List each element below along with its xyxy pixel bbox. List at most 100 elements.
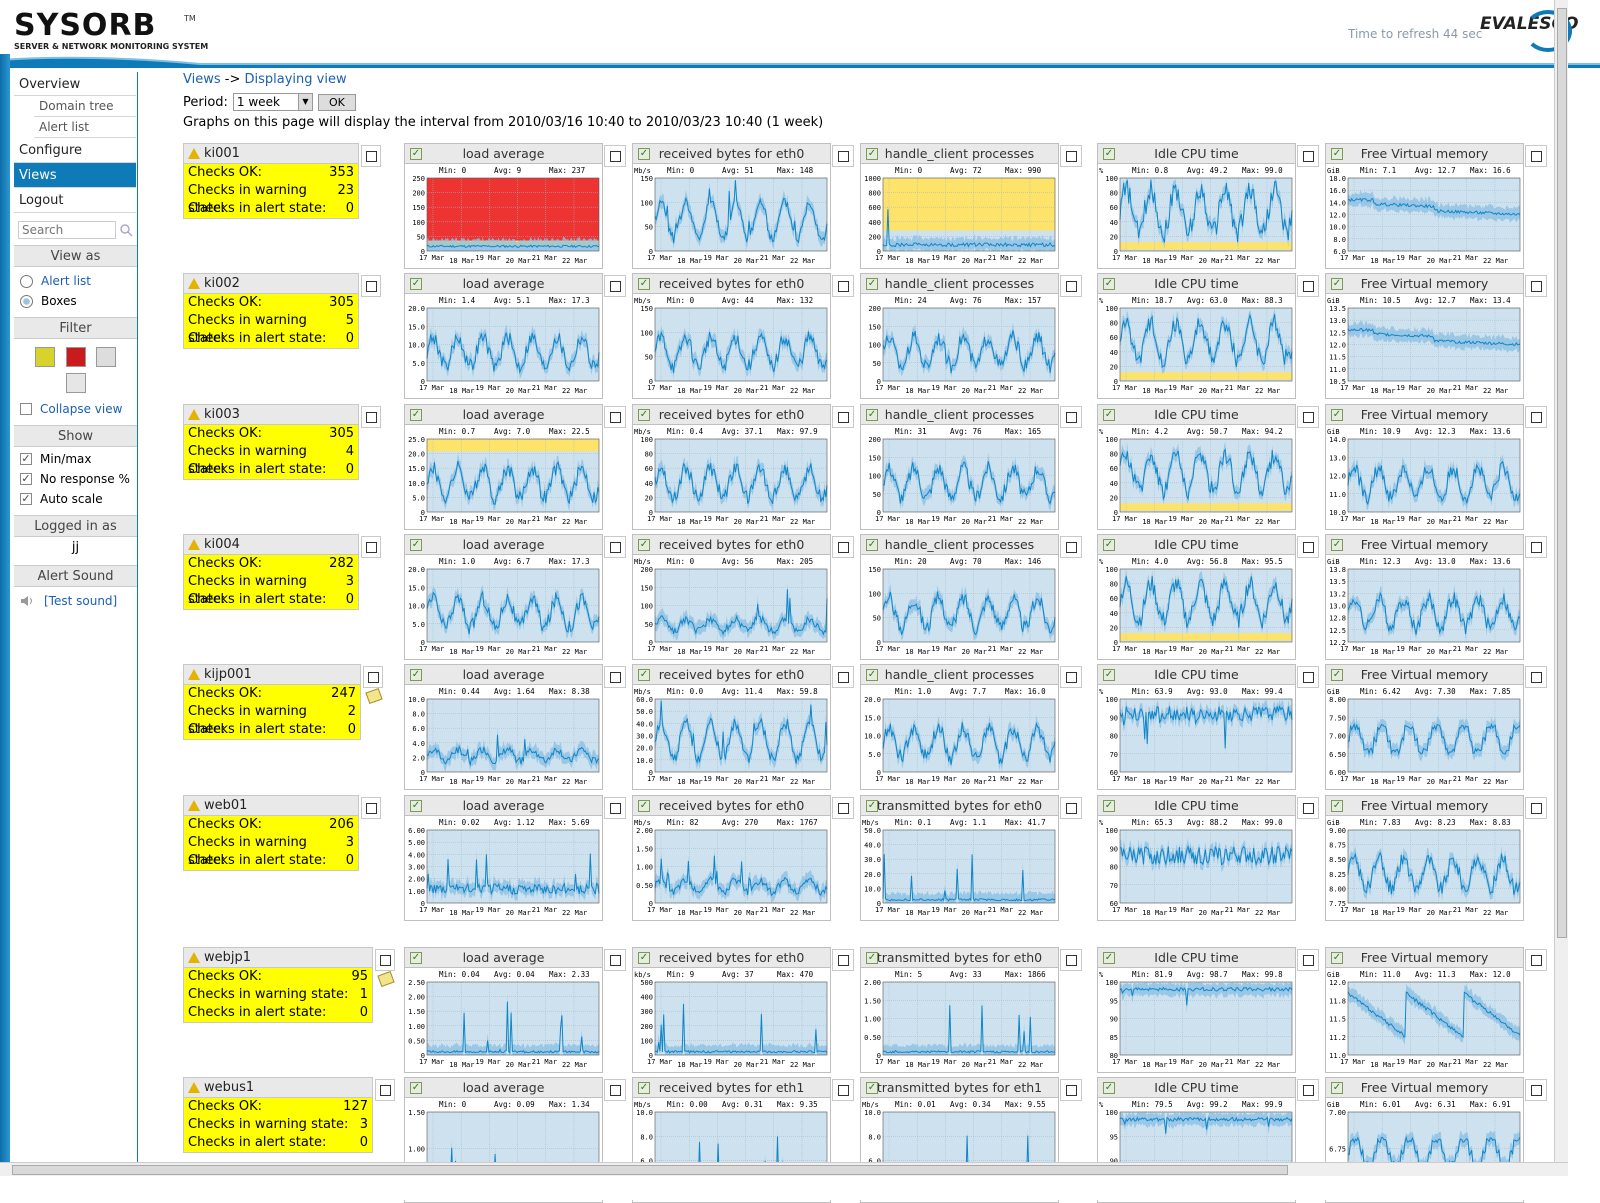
graph-title-bar[interactable]: ✓ Idle CPU time	[1098, 405, 1295, 425]
graph-select-box[interactable]	[1297, 536, 1319, 558]
graph-title-bar[interactable]: ✓ received bytes for eth0	[633, 405, 830, 425]
nav-configure[interactable]: Configure	[14, 138, 136, 163]
host-header[interactable]: webjp1	[183, 947, 373, 967]
host-select-checkbox[interactable]	[368, 672, 379, 683]
vertical-scroll-thumb[interactable]	[1557, 8, 1567, 938]
graph-ki001-3[interactable]: ✓ Idle CPU time Min: 0.8 Avg: 49.2 Max: 99.0…	[1097, 143, 1296, 269]
graph-ki004-4[interactable]: ✓ Free Virtual memory Min: 12.3 Avg: 13.0 Ma…	[1325, 534, 1524, 660]
graph-title-bar[interactable]: ✓ load average	[405, 948, 602, 968]
breadcrumb-views[interactable]: Views	[183, 72, 221, 87]
ok-button[interactable]: OK	[317, 93, 356, 111]
graph-kijp001-4[interactable]: ✓ Free Virtual memory Min: 6.42 Avg: 7.30 Ma…	[1325, 664, 1524, 790]
graph-title-bar[interactable]: ✓ load average	[405, 796, 602, 816]
host-card-webjp1[interactable]: webjp1 Checks OK: 95 Checks in warning stat…	[183, 947, 373, 1023]
host-select-checkbox[interactable]	[366, 412, 377, 423]
graph-select-checkbox[interactable]	[1531, 281, 1542, 292]
graph-select-checkbox[interactable]	[610, 281, 621, 292]
graph-select-box[interactable]	[1060, 1079, 1082, 1101]
graph-select-box[interactable]	[1525, 145, 1547, 167]
graph-select-checkbox[interactable]	[610, 672, 621, 683]
graph-select-checkbox[interactable]	[1066, 412, 1077, 423]
filter-ok-icon[interactable]	[35, 347, 56, 367]
host-select-box[interactable]	[375, 1079, 395, 1101]
horizontal-scroll-thumb[interactable]	[12, 1165, 1288, 1175]
host-select-box[interactable]	[361, 406, 381, 428]
graph-select-checkbox[interactable]	[1066, 281, 1077, 292]
graph-select-checkbox[interactable]	[610, 1085, 621, 1096]
no-response-checkbox[interactable]: ✓	[20, 473, 32, 485]
radio-alert-list[interactable]	[20, 274, 33, 288]
nav-overview[interactable]: Overview	[14, 72, 136, 96]
graph-title-bar[interactable]: ✓ received bytes for eth0	[633, 948, 830, 968]
graph-title-bar[interactable]: ✓ received bytes for eth0	[633, 535, 830, 555]
graph-title-bar[interactable]: ✓ transmitted bytes for eth0	[861, 948, 1058, 968]
graph-select-checkbox[interactable]	[1066, 542, 1077, 553]
collapse-view[interactable]: Collapse view	[14, 399, 137, 419]
graph-web01-4[interactable]: ✓ Free Virtual memory Min: 7.83 Avg: 8.23 Ma…	[1325, 795, 1524, 921]
graph-select-checkbox[interactable]	[1531, 672, 1542, 683]
search-input[interactable]	[18, 221, 116, 239]
view-as-alert-list[interactable]: Alert list	[14, 271, 137, 291]
graph-select-box[interactable]	[1060, 275, 1082, 297]
graph-select-box[interactable]	[604, 666, 626, 688]
graph-title-bar[interactable]: ✓ load average	[405, 144, 602, 164]
graph-select-box[interactable]	[604, 1079, 626, 1101]
host-header[interactable]: ki002	[183, 273, 359, 293]
filter-unknown-icon[interactable]	[65, 373, 86, 393]
graph-web01-3[interactable]: ✓ Idle CPU time Min: 65.3 Avg: 88.2 Max: 99.…	[1097, 795, 1296, 921]
graph-ki001-1[interactable]: ✓ received bytes for eth0 Min: 0 Avg: 51 Max…	[632, 143, 831, 269]
graph-select-box[interactable]	[1525, 949, 1547, 971]
graph-select-box[interactable]	[604, 275, 626, 297]
graph-select-checkbox[interactable]	[1066, 151, 1077, 162]
graph-select-box[interactable]	[604, 406, 626, 428]
graph-title-bar[interactable]: ✓ received bytes for eth1	[633, 1078, 830, 1098]
host-select-checkbox[interactable]	[380, 1085, 391, 1096]
graph-select-box[interactable]	[604, 949, 626, 971]
graph-select-checkbox[interactable]	[838, 412, 849, 423]
graph-select-box[interactable]	[1525, 1079, 1547, 1101]
graph-select-checkbox[interactable]	[838, 955, 849, 966]
graph-select-box[interactable]	[1060, 666, 1082, 688]
graph-ki004-3[interactable]: ✓ Idle CPU time Min: 4.0 Avg: 56.8 Max: 95.5…	[1097, 534, 1296, 660]
graph-select-box[interactable]	[1525, 666, 1547, 688]
graph-select-box[interactable]	[1297, 1079, 1319, 1101]
auto-scale-checkbox[interactable]: ✓	[20, 493, 32, 505]
graph-select-box[interactable]	[1297, 666, 1319, 688]
graph-select-checkbox[interactable]	[838, 672, 849, 683]
host-name[interactable]: ki001	[204, 144, 240, 164]
nav-views[interactable]: Views	[14, 163, 136, 188]
graph-select-checkbox[interactable]	[610, 955, 621, 966]
chevron-down-icon[interactable]: ▼	[297, 94, 312, 110]
graph-select-box[interactable]	[1297, 949, 1319, 971]
host-select-checkbox[interactable]	[366, 281, 377, 292]
horizontal-scrollbar[interactable]	[0, 1162, 1568, 1176]
host-select-box[interactable]	[361, 797, 381, 819]
graph-select-checkbox[interactable]	[838, 281, 849, 292]
graph-title-bar[interactable]: ✓ Idle CPU time	[1098, 796, 1295, 816]
graph-select-box[interactable]	[1060, 797, 1082, 819]
graph-select-box[interactable]	[1060, 406, 1082, 428]
host-select-checkbox[interactable]	[380, 955, 391, 966]
graph-ki001-4[interactable]: ✓ Free Virtual memory Min: 7.1 Avg: 12.7 Max…	[1325, 143, 1524, 269]
graph-title-bar[interactable]: ✓ Free Virtual memory	[1326, 665, 1523, 685]
graph-select-box[interactable]	[1297, 797, 1319, 819]
graph-web01-1[interactable]: ✓ received bytes for eth0 Min: 82 Avg: 270 M…	[632, 795, 831, 921]
graph-select-checkbox[interactable]	[1531, 803, 1542, 814]
graph-select-checkbox[interactable]	[1303, 412, 1314, 423]
sysorb-logo[interactable]: SYSORB	[14, 8, 156, 43]
graph-select-checkbox[interactable]	[1066, 803, 1077, 814]
host-select-checkbox[interactable]	[366, 542, 377, 553]
graph-kijp001-0[interactable]: ✓ load average Min: 0.44 Avg: 1.64 Max: 8.38…	[404, 664, 603, 790]
host-name[interactable]: ki002	[204, 274, 240, 294]
host-select-checkbox[interactable]	[366, 151, 377, 162]
graph-select-checkbox[interactable]	[610, 542, 621, 553]
graph-ki004-2[interactable]: ✓ handle_client processes Min: 20 Avg: 70 Ma…	[860, 534, 1059, 660]
graph-select-box[interactable]	[832, 145, 854, 167]
host-name[interactable]: ki004	[204, 535, 240, 555]
graph-ki003-2[interactable]: ✓ handle_client processes Min: 31 Avg: 76 Ma…	[860, 404, 1059, 530]
host-header[interactable]: web01	[183, 795, 359, 815]
graph-title-bar[interactable]: ✓ load average	[405, 1078, 602, 1098]
graph-select-checkbox[interactable]	[1066, 1085, 1077, 1096]
host-card-ki004[interactable]: ki004 Checks OK: 282 Checks in warning stat…	[183, 534, 359, 610]
graph-select-box[interactable]	[604, 145, 626, 167]
